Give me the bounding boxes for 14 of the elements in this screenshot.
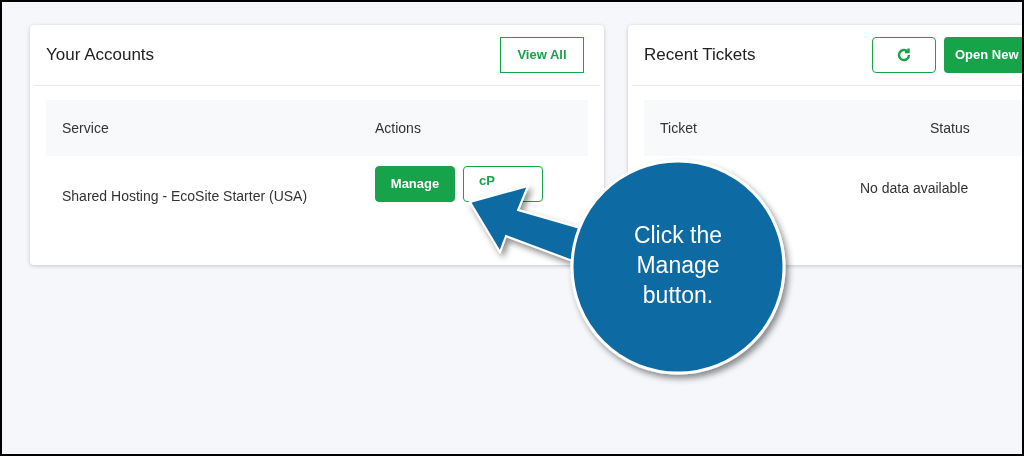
column-header: Ticket	[660, 118, 698, 138]
column-header: Actions	[375, 118, 422, 138]
empty-message: No data available	[860, 180, 969, 196]
refresh-button[interactable]	[872, 37, 936, 73]
column-header: Service	[62, 118, 110, 138]
card-title: Your Accounts	[46, 44, 155, 67]
action-button[interactable]: Manage	[375, 166, 455, 202]
column-header: Status	[930, 118, 971, 138]
refresh-icon	[896, 47, 912, 63]
open-new-button[interactable]: Open New	[944, 37, 1022, 73]
card-title: Recent Tickets	[644, 44, 757, 67]
view-all-button[interactable]: View All	[500, 37, 584, 73]
table-cell-text: Shared Hosting - EcoSite Starter (USA)	[62, 187, 309, 206]
callout-text: Click the Manage button.	[632, 221, 724, 310]
